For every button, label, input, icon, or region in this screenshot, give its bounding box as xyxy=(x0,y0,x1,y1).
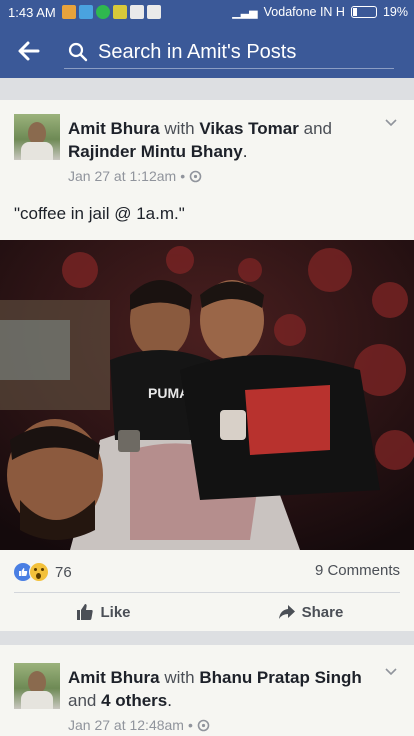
status-time: 1:43 AM xyxy=(8,4,56,20)
tagged-person[interactable]: Bhanu Pratap Singh xyxy=(199,668,361,687)
with-label: with xyxy=(164,119,195,138)
comments-count[interactable]: 9 Comments xyxy=(315,562,400,579)
share-arrow-icon xyxy=(278,605,295,619)
like-button[interactable]: Like xyxy=(0,593,207,631)
friends-icon xyxy=(189,170,202,182)
video-icon xyxy=(146,5,161,19)
friends-icon xyxy=(197,719,210,731)
app-notification-icon xyxy=(61,5,76,19)
meta-separator: • xyxy=(180,168,186,184)
battery-label: 19% xyxy=(382,5,408,19)
status-bar: 1:43 AM ▁▃▅ Vodafone IN H 19% xyxy=(0,0,414,24)
and-label: and xyxy=(303,119,332,138)
end-punct: . xyxy=(242,142,248,161)
meta-separator: • xyxy=(187,717,193,733)
chevron-down-icon[interactable] xyxy=(384,116,398,130)
post-text: "coffee in jail @ 1a.m." xyxy=(14,204,185,223)
timestamp[interactable]: Jan 27 at 12:48am xyxy=(68,717,184,733)
search-header xyxy=(0,24,414,78)
share-label: Share xyxy=(301,603,344,621)
search-field[interactable] xyxy=(64,34,394,69)
author-name[interactable]: Amit Bhura xyxy=(68,668,160,687)
tagged-others[interactable]: 4 others xyxy=(101,691,167,710)
post-actions: Like Share xyxy=(0,593,414,631)
and-label: and xyxy=(68,691,97,710)
battery-icon xyxy=(350,6,377,18)
post-header: Amit Bhura with Vikas Tomar and Rajinder… xyxy=(68,117,368,163)
post-meta: Jan 27 at 1:12am • xyxy=(68,168,202,184)
reaction-count: 76 xyxy=(55,563,72,581)
search-icon xyxy=(68,42,88,62)
post-photo[interactable]: PUMA xyxy=(0,240,414,550)
with-label: with xyxy=(164,668,195,687)
play-store-icon xyxy=(129,5,144,19)
back-arrow-icon xyxy=(18,41,40,61)
post-card: Amit Bhura with Vikas Tomar and Rajinder… xyxy=(0,100,414,631)
status-right: ▁▃▅ Vodafone IN H 19% xyxy=(232,0,408,24)
like-label: Like xyxy=(100,603,131,621)
timestamp[interactable]: Jan 27 at 1:12am xyxy=(68,168,176,184)
wow-reaction-icon xyxy=(29,562,49,582)
end-punct: . xyxy=(167,691,172,710)
tagged-person[interactable]: Rajinder Mintu Bhany xyxy=(68,142,243,161)
post-card: Amit Bhura with Bhanu Pratap Singh and 4… xyxy=(0,645,414,736)
post-header: Amit Bhura with Bhanu Pratap Singh and 4… xyxy=(68,666,368,712)
search-input[interactable] xyxy=(96,36,390,68)
app-notification-icon xyxy=(112,5,127,19)
whatsapp-icon xyxy=(95,5,110,19)
chevron-down-icon[interactable] xyxy=(384,665,398,679)
reactions-summary[interactable]: 76 xyxy=(14,562,72,582)
post-meta: Jan 27 at 12:48am • xyxy=(68,717,210,733)
avatar[interactable] xyxy=(14,663,60,709)
notification-icons xyxy=(61,5,161,19)
back-button[interactable] xyxy=(14,36,44,66)
avatar[interactable] xyxy=(14,114,60,160)
carrier-label: Vodafone IN H xyxy=(263,5,345,19)
app-notification-icon xyxy=(78,5,93,19)
share-button[interactable]: Share xyxy=(207,593,414,631)
thumbs-up-icon xyxy=(77,604,94,620)
tagged-person[interactable]: Vikas Tomar xyxy=(199,119,299,138)
feed-gap xyxy=(0,78,414,100)
author-name[interactable]: Amit Bhura xyxy=(68,119,160,138)
signal-icon: ▁▃▅ xyxy=(232,6,258,19)
